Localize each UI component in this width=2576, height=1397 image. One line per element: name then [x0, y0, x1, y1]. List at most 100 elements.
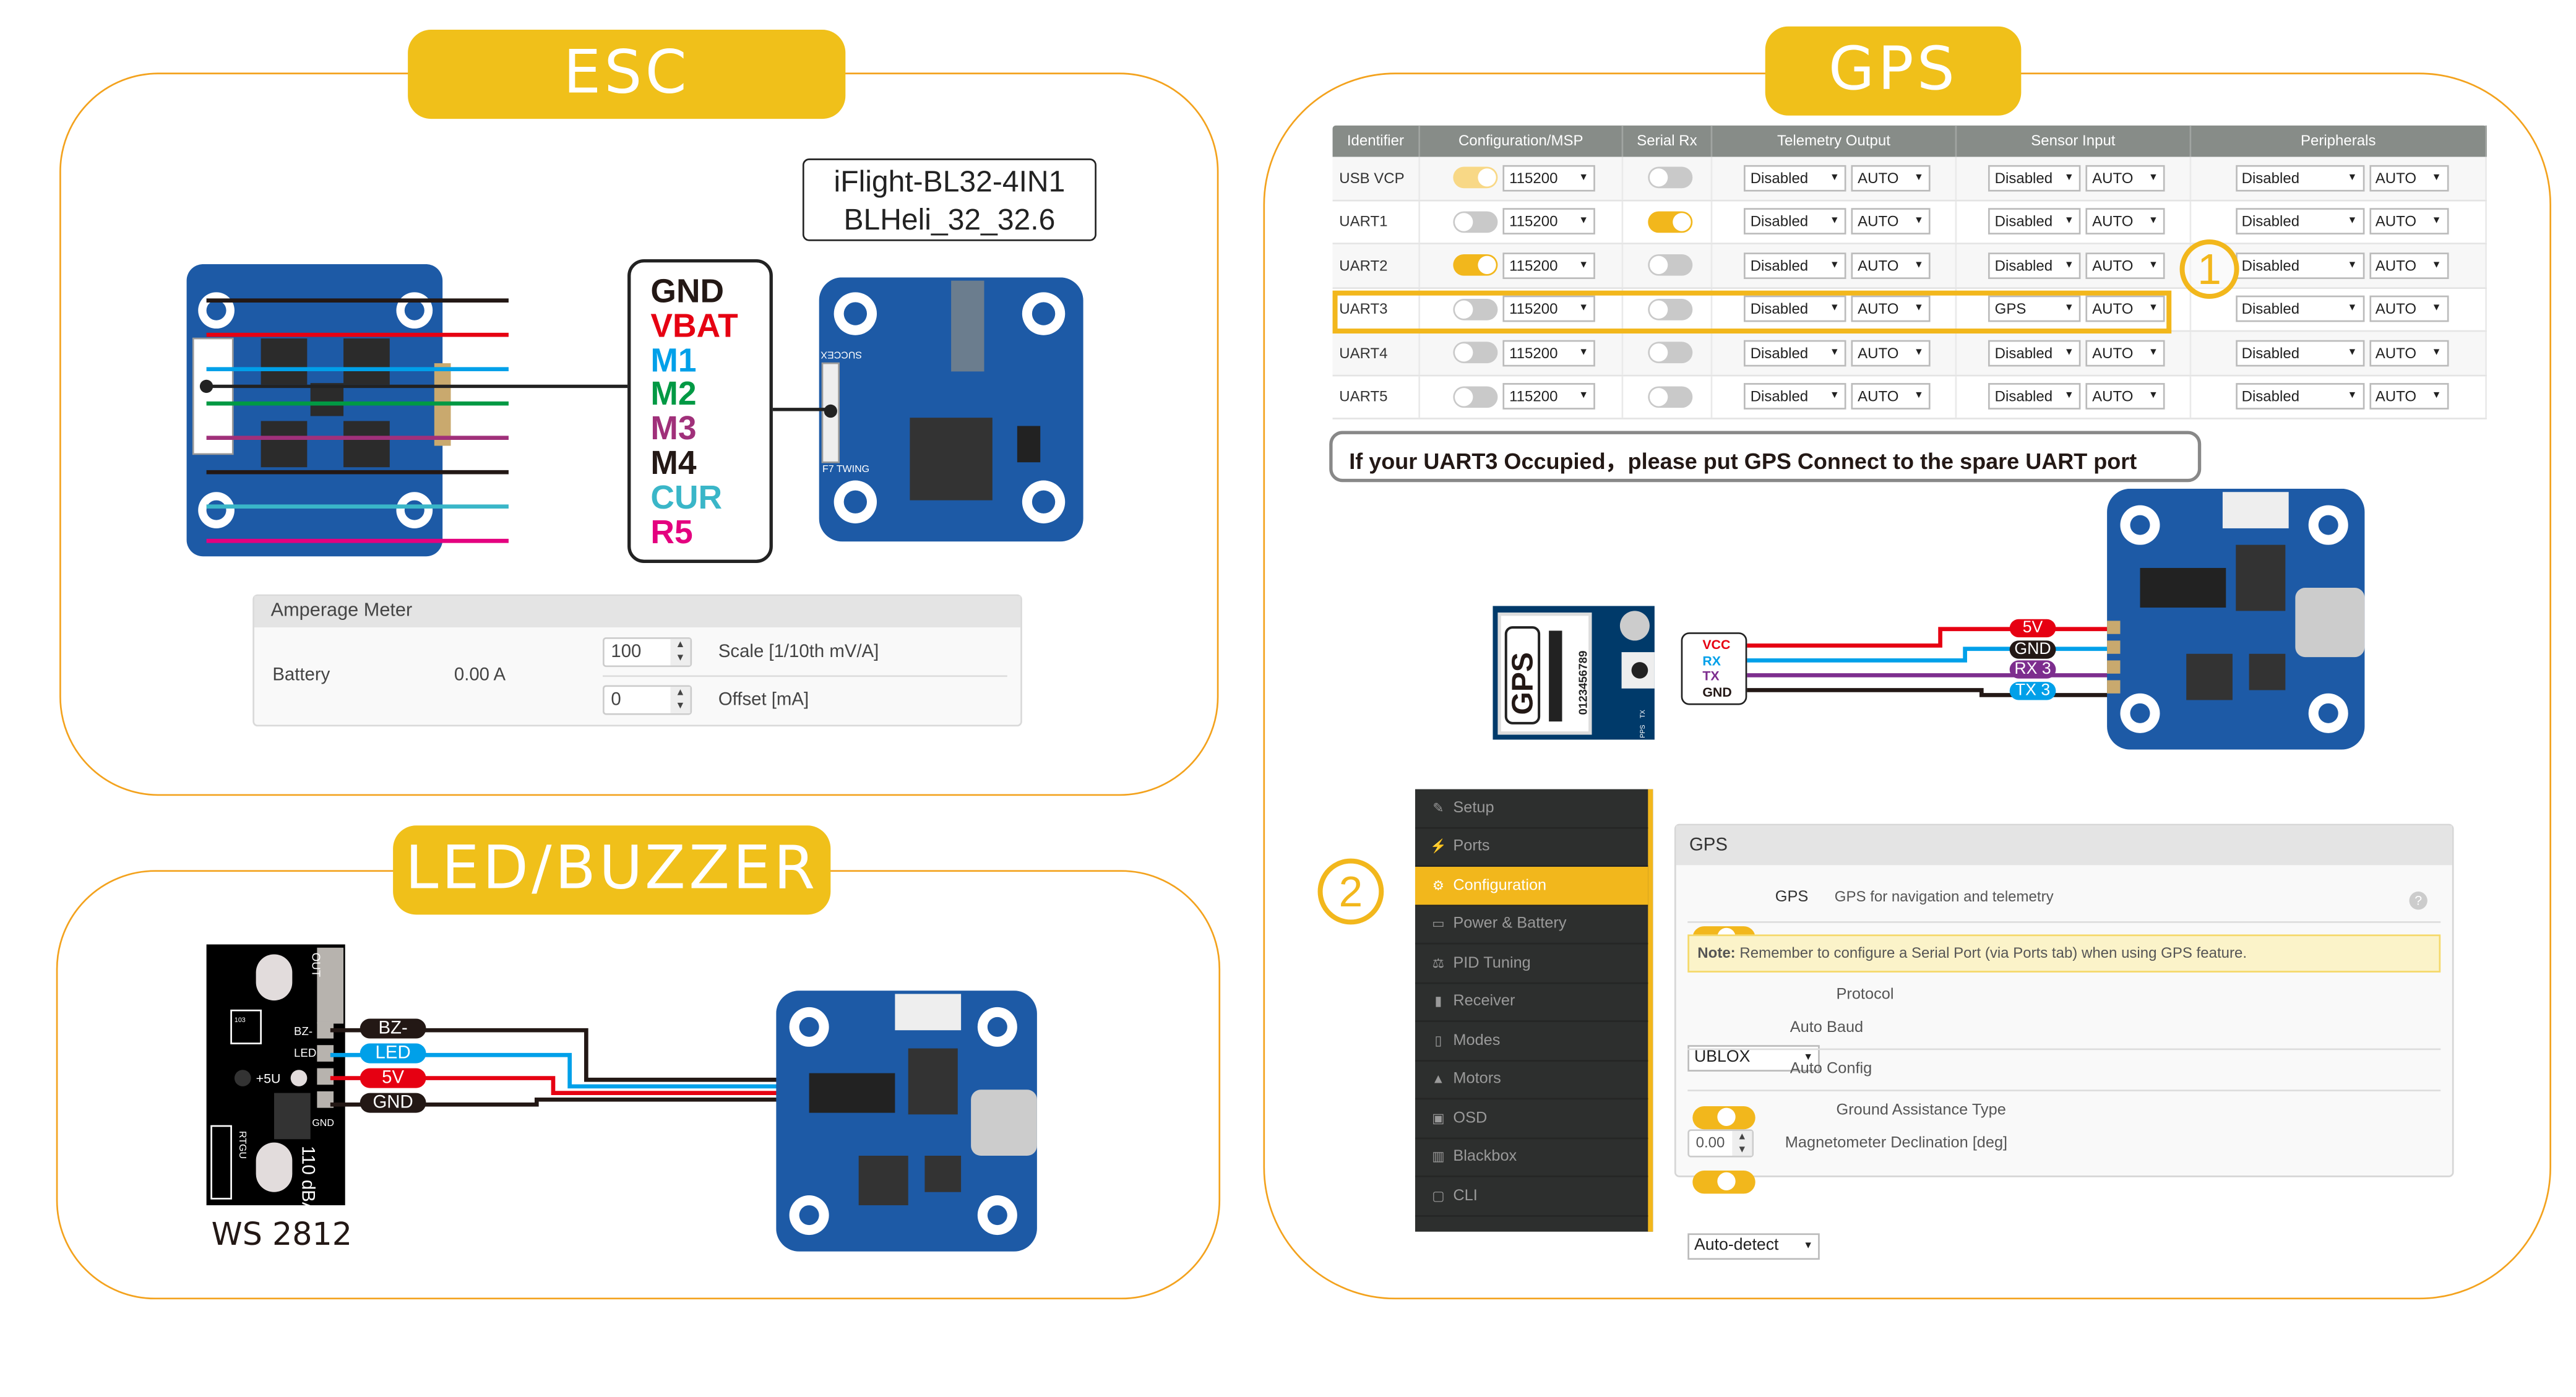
sidebar-item-power-battery[interactable]: ▭ Power & Battery — [1415, 906, 1648, 945]
sensor-select[interactable]: Disabled — [1988, 252, 2081, 279]
mag-value: 0.00 — [1695, 1134, 1725, 1151]
sidebar-item-motors[interactable]: ▲ Motors — [1415, 1061, 1648, 1100]
fc-silk-succex: SUCCEX — [821, 349, 862, 359]
silk-dba: 110 dBA — [298, 1146, 318, 1208]
tele-select[interactable]: Disabled — [1744, 383, 1846, 410]
note-text: Remember to configure a Serial Port (via… — [1735, 944, 2247, 961]
msp-toggle[interactable] — [1453, 210, 1498, 233]
gps-wire — [1747, 688, 2122, 697]
sensor-baud-select[interactable]: AUTO — [2085, 340, 2165, 366]
tele-select[interactable]: Disabled — [1744, 165, 1846, 191]
sensor-baud-select[interactable]: AUTO — [2085, 383, 2165, 410]
ground-assistance-select[interactable]: Auto-detect — [1687, 1233, 1820, 1260]
sidebar-item-label: Ports — [1453, 837, 1490, 856]
msp-baud-select[interactable]: 115200 — [1502, 165, 1595, 191]
offset-input[interactable]: 0 ▲ ▼ — [603, 685, 692, 715]
periph-baud-select[interactable]: AUTO — [2369, 165, 2449, 191]
msp-toggle[interactable] — [1453, 385, 1498, 408]
mag-stepper[interactable]: ▲ ▼ — [1732, 1130, 1752, 1156]
plug-icon: ⚡ — [1430, 839, 1447, 854]
auto-config-label: Auto Config — [1790, 1060, 1872, 1078]
esc-title: ESC — [408, 30, 846, 119]
tele-baud-select[interactable]: AUTO — [1851, 208, 1931, 235]
sensor-select[interactable]: Disabled — [1988, 340, 2081, 366]
msp-baud-select[interactable]: 115200 — [1502, 383, 1595, 410]
auto-baud-label: Auto Baud — [1790, 1018, 1864, 1037]
help-icon[interactable]: ? — [2409, 892, 2427, 910]
sidebar-item-label: PID Tuning — [1453, 953, 1531, 973]
led-wire-label: GND — [360, 1093, 426, 1113]
serial-rx-toggle[interactable] — [1648, 342, 1693, 364]
tele-baud-select[interactable]: AUTO — [1851, 383, 1931, 410]
serial-rx-toggle[interactable] — [1648, 167, 1693, 189]
sidebar-item-label: Blackbox — [1453, 1148, 1517, 1166]
scale-input[interactable]: 100 ▲ ▼ — [603, 637, 692, 668]
amperage-meter-panel: Amperage Meter Battery 0.00 A 100 ▲ ▼ Scal… — [252, 594, 1022, 727]
tele-baud-select[interactable]: AUTO — [1851, 165, 1931, 191]
sidebar-item-configuration[interactable]: ⚙ Configuration — [1415, 867, 1648, 906]
msp-baud-select[interactable]: 115200 — [1502, 340, 1595, 366]
mag-declination-input[interactable]: 0.00 ▲ ▼ — [1687, 1129, 1754, 1158]
scale-stepper[interactable]: ▲ ▼ — [670, 638, 691, 666]
esc-pin-label: M2 — [650, 377, 697, 414]
sidebar-item-label: Configuration — [1453, 876, 1547, 895]
gps-silk-pps: PPS — [1639, 725, 1647, 738]
periph-baud-select[interactable]: AUTO — [2369, 340, 2449, 366]
led-title: LED/BUZZER — [393, 825, 831, 915]
sensor-baud-select[interactable]: AUTO — [2085, 252, 2165, 279]
sidebar-item-modes[interactable]: ▯ Modes — [1415, 1022, 1648, 1061]
periph-select[interactable]: Disabled — [2234, 165, 2364, 191]
sensor-baud-select[interactable]: AUTO — [2085, 165, 2165, 191]
sidebar-item-blackbox[interactable]: ▥ Blackbox — [1415, 1138, 1648, 1177]
msp-toggle[interactable] — [1453, 342, 1498, 364]
switch-icon: ▯ — [1434, 1033, 1442, 1048]
sidebar-item-ports[interactable]: ⚡ Ports — [1415, 828, 1648, 867]
sidebar-item-receiver[interactable]: ▮ Receiver — [1415, 983, 1648, 1022]
sensor-baud-select[interactable]: AUTO — [2085, 208, 2165, 235]
periph-baud-select[interactable]: AUTO — [2369, 383, 2449, 410]
periph-baud-select[interactable]: AUTO — [2369, 296, 2449, 323]
silk-5u: +5U — [256, 1072, 281, 1086]
tele-select[interactable]: Disabled — [1744, 252, 1846, 279]
configurator-sidebar: ✎ Setup ⚡ Ports ⚙ Configuration ▭ Power & Batte… — [1415, 789, 1653, 1232]
msp-toggle[interactable] — [1453, 254, 1498, 277]
esc-pin-label: VBAT — [650, 308, 738, 345]
fc-silk-twing: F7 TWING — [822, 464, 869, 475]
msp-baud-select[interactable]: 115200 — [1502, 252, 1595, 279]
wrench-icon: ✎ — [1432, 800, 1444, 815]
sensor-select[interactable]: Disabled — [1988, 165, 2081, 191]
led-wire-label: 5V — [360, 1068, 426, 1088]
tele-baud-select[interactable]: AUTO — [1851, 252, 1931, 279]
serial-rx-toggle[interactable] — [1648, 254, 1693, 277]
periph-baud-select[interactable]: AUTO — [2369, 208, 2449, 235]
serial-rx-toggle[interactable] — [1648, 385, 1693, 408]
sidebar-item-setup[interactable]: ✎ Setup — [1415, 789, 1648, 828]
periph-baud-select[interactable]: AUTO — [2369, 252, 2449, 279]
serial-rx-toggle[interactable] — [1648, 210, 1693, 233]
amperage-title: Amperage Meter — [254, 596, 1021, 628]
sensor-select[interactable]: Disabled — [1988, 383, 2081, 410]
sensor-select[interactable]: Disabled — [1988, 208, 2081, 235]
periph-select[interactable]: Disabled — [2234, 383, 2364, 410]
fc-pin-label: GND — [2009, 640, 2056, 658]
sidebar-item-osd[interactable]: ▣ OSD — [1415, 1099, 1648, 1138]
msp-baud-select[interactable]: 115200 — [1502, 208, 1595, 235]
msp-toggle[interactable] — [1453, 167, 1498, 189]
sidebar-item-pid-tuning[interactable]: ⚖ PID Tuning — [1415, 944, 1648, 984]
col-telemetry: Telemetry Output — [1712, 125, 1957, 157]
periph-select[interactable]: Disabled — [2234, 340, 2364, 366]
esc-firmware: BLHeli_32_32.6 — [843, 203, 1056, 236]
tele-select[interactable]: Disabled — [1744, 340, 1846, 366]
auto-baud-toggle[interactable] — [1692, 1106, 1755, 1130]
periph-select[interactable]: Disabled — [2234, 208, 2364, 235]
periph-select[interactable]: Disabled — [2234, 296, 2364, 323]
port-identifier: USB VCP — [1339, 170, 1405, 186]
tele-select[interactable]: Disabled — [1744, 208, 1846, 235]
led-wire-label: LED — [360, 1043, 426, 1064]
offset-stepper[interactable]: ▲ ▼ — [670, 687, 691, 713]
sidebar-item-label: Setup — [1453, 798, 1494, 817]
tele-baud-select[interactable]: AUTO — [1851, 340, 1931, 366]
auto-config-toggle[interactable] — [1692, 1171, 1755, 1194]
sidebar-item-cli[interactable]: ▢ CLI — [1415, 1177, 1648, 1216]
periph-select[interactable]: Disabled — [2234, 252, 2364, 279]
